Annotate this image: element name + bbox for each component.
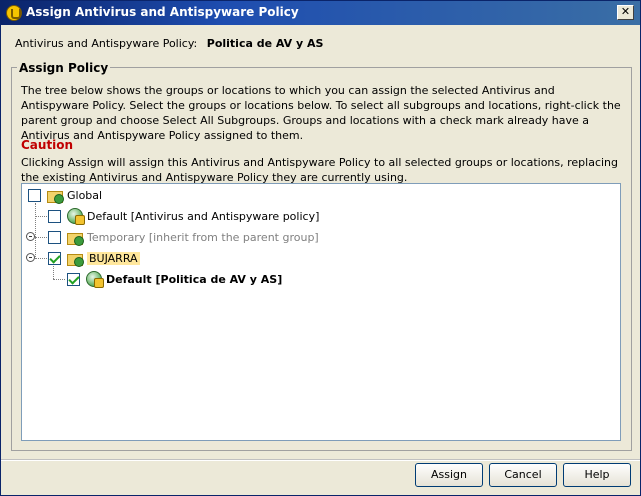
tree-line [35,258,47,259]
caution-heading: Caution [21,138,74,152]
tree-node-label: Default [Politica de AV y AS] [106,272,283,286]
help-button[interactable]: Help [563,463,631,487]
assign-policy-heading: Assign Policy [17,61,111,75]
assign-policy-dialog: Assign Antivirus and Antispyware Policy … [0,0,641,496]
footer-divider [1,459,640,461]
tree-line [53,266,54,279]
checkbox[interactable] [48,251,61,265]
group-folder-icon [47,188,64,204]
group-folder-icon [67,230,84,246]
expand-toggle[interactable] [26,232,35,241]
expand-toggle[interactable] [26,253,35,262]
tree-node-global[interactable]: Global [28,186,102,204]
group-tree[interactable]: Global Default [Antivirus and Antispywar… [21,183,621,441]
tree-line [35,237,47,238]
tree-node-bujarra-default[interactable]: Default [Politica de AV y AS] [67,270,282,288]
policy-label: Antivirus and Antispyware Policy: [15,37,198,50]
tree-node-default-location[interactable]: Default [Antivirus and Antispyware polic… [48,207,319,225]
close-button[interactable]: ✕ [617,5,634,20]
assign-policy-description: The tree below shows the groups or locat… [21,84,621,142]
tree-node-label: Default [Antivirus and Antispyware polic… [87,209,320,223]
checkbox[interactable] [48,230,61,244]
location-icon [86,271,104,288]
tree-node-label: Global [67,188,103,202]
policy-value: Politica de AV y AS [206,37,324,50]
caution-text: Clicking Assign will assign this Antivir… [21,156,619,184]
tree-node-label: Temporary [inherit from the parent group… [87,230,319,244]
shield-icon [6,5,22,21]
checkbox[interactable] [28,188,41,202]
tree-node-bujarra[interactable]: BUJARRA [48,249,140,267]
checkbox[interactable] [48,209,61,223]
group-folder-icon [67,251,84,267]
location-icon [67,208,85,225]
policy-line: Antivirus and Antispyware Policy: Politi… [15,37,323,50]
cancel-button[interactable]: Cancel [489,463,557,487]
tree-line [53,279,65,280]
window-title: Assign Antivirus and Antispyware Policy [26,5,299,19]
tree-node-label: BUJARRA [87,251,140,265]
checkbox[interactable] [67,272,80,286]
tree-line [35,203,36,259]
tree-line [35,216,47,217]
assign-button[interactable]: Assign [415,463,483,487]
title-bar[interactable]: Assign Antivirus and Antispyware Policy … [1,1,640,25]
tree-node-temporary[interactable]: Temporary [inherit from the parent group… [48,228,319,246]
